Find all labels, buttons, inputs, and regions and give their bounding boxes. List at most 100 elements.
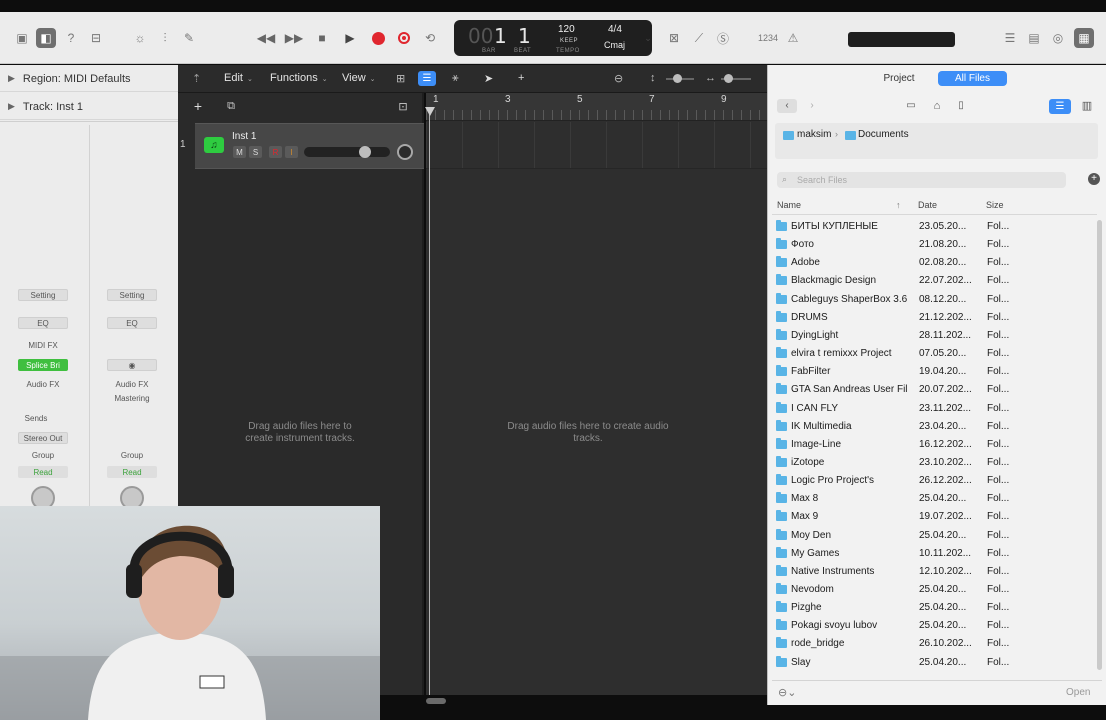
file-row[interactable]: DRUMS 21.12.202... Fol... xyxy=(772,309,1092,327)
file-row[interactable]: My Games 10.11.202... Fol... xyxy=(772,545,1092,563)
back-icon[interactable]: ‹ xyxy=(777,99,797,113)
pointer-tool-icon[interactable]: ➤ xyxy=(484,72,493,85)
play-icon[interactable]: ▶ xyxy=(340,28,360,48)
strip2-eq-button[interactable]: EQ xyxy=(107,317,157,329)
file-row[interactable]: Moy Den 25.04.20... Fol... xyxy=(772,527,1092,545)
home-icon[interactable]: ⌂ xyxy=(928,99,946,113)
strip2-setting-button[interactable]: Setting xyxy=(107,289,157,301)
quick-help-icon[interactable]: ? xyxy=(61,28,81,48)
input-monitor-button[interactable]: I xyxy=(285,146,298,158)
record-enable-button[interactable]: R xyxy=(269,146,282,158)
catch-icon[interactable]: ⇡ xyxy=(192,72,201,85)
add-filter-icon[interactable]: + xyxy=(1088,173,1100,185)
snap-icon[interactable]: ⚹ xyxy=(452,72,459,85)
strip1-setting-button[interactable]: Setting xyxy=(18,289,68,301)
file-row[interactable]: Logic Pro Project's 26.12.202... Fol... xyxy=(772,472,1092,490)
loops-icon[interactable]: ◎ xyxy=(1048,28,1068,48)
volume-thumb[interactable] xyxy=(359,146,371,158)
strip2-mastering-slot[interactable]: Mastering xyxy=(107,392,157,404)
file-row[interactable]: GTA San Andreas User Fil 20.07.202... Fol.… xyxy=(772,381,1092,399)
list-view-icon[interactable]: ☰ xyxy=(1049,99,1071,114)
path-item-documents[interactable]: Documents xyxy=(858,129,909,140)
add-track-icon[interactable]: + xyxy=(188,99,208,114)
lcd-chevron-icon[interactable]: ⌄ xyxy=(638,28,658,48)
strip2-link-icon[interactable]: ◉ xyxy=(107,359,157,371)
file-row[interactable]: elvira t remixxx Project 07.05.20... Fol..… xyxy=(772,345,1092,363)
vertical-zoom-thumb[interactable] xyxy=(673,74,682,83)
column-name[interactable]: Name xyxy=(777,200,801,210)
automation-icon[interactable]: ⊖ xyxy=(614,72,623,85)
count-in-button[interactable]: 1234 xyxy=(756,28,780,48)
tuner-icon[interactable]: ⟋ xyxy=(689,28,709,48)
mute-button[interactable]: M xyxy=(233,146,246,158)
file-row[interactable]: Max 8 25.04.20... Fol... xyxy=(772,490,1092,508)
open-button[interactable]: Open xyxy=(1066,687,1090,698)
strip1-eq-button[interactable]: EQ xyxy=(18,317,68,329)
strip2-automation-button[interactable]: Read xyxy=(107,466,157,478)
playhead-marker-icon[interactable] xyxy=(425,107,435,116)
metronome-icon[interactable]: ⚠ xyxy=(783,28,803,48)
global-tracks-icon[interactable]: ⊡ xyxy=(394,100,412,114)
track-row[interactable] xyxy=(195,123,424,169)
forward-icon[interactable]: › xyxy=(802,99,822,113)
file-row[interactable]: Blackmagic Design 22.07.202... Fol... xyxy=(772,272,1092,290)
inspector-icon[interactable]: ◧ xyxy=(36,28,56,48)
tab-all-files[interactable]: All Files xyxy=(938,71,1007,86)
pencil-tool-icon[interactable]: + xyxy=(518,72,524,84)
strip1-automation-button[interactable]: Read xyxy=(18,466,68,478)
stop-icon[interactable]: ■ xyxy=(312,28,332,48)
list-editors-icon[interactable]: ☰ xyxy=(1000,28,1020,48)
library-icon[interactable]: ▣ xyxy=(12,28,32,48)
solo-button[interactable]: S xyxy=(249,146,262,158)
view-menu[interactable]: View ⌄ xyxy=(342,72,376,84)
project-file-icon[interactable]: ▯ xyxy=(952,99,970,113)
edit-menu[interactable]: Edit ⌄ xyxy=(224,72,253,84)
file-row[interactable]: Max 9 19.07.202... Fol... xyxy=(772,508,1092,526)
mixer-icon[interactable]: ⫶ xyxy=(155,28,175,48)
file-row[interactable]: I CAN FLY 23.11.202... Fol... xyxy=(772,400,1092,418)
path-item-maksim[interactable]: maksim xyxy=(797,129,831,140)
file-row[interactable]: Native Instruments 12.10.202... Fol... xyxy=(772,563,1092,581)
file-row[interactable]: Adobe 02.08.20... Fol... xyxy=(772,254,1092,272)
notes-icon[interactable]: ▤ xyxy=(1024,28,1044,48)
editors-icon[interactable]: ✎ xyxy=(179,28,199,48)
file-row[interactable]: FabFilter 19.04.20... Fol... xyxy=(772,363,1092,381)
browsers-icon[interactable]: ▦ xyxy=(1074,28,1094,48)
file-row[interactable]: DyingLight 28.11.202... Fol... xyxy=(772,327,1092,345)
grid-view-icon[interactable]: ⊞ xyxy=(396,72,405,85)
strip2-group-slot[interactable]: Group xyxy=(107,449,157,461)
horizontal-zoom-icon[interactable]: ↔ xyxy=(705,72,716,84)
file-row[interactable]: Nevodom 25.04.20... Fol... xyxy=(772,581,1092,599)
file-row[interactable]: iZotope 23.10.202... Fol... xyxy=(772,454,1092,472)
functions-menu[interactable]: Functions ⌄ xyxy=(270,72,328,84)
smart-controls-icon[interactable]: ☼ xyxy=(130,28,150,48)
file-row[interactable]: Pokagi svoyu lubov 25.04.20... Fol... xyxy=(772,617,1092,635)
instrument-icon[interactable]: ♫ xyxy=(204,137,224,153)
volume-slider[interactable] xyxy=(304,147,390,157)
strip1-sends-slot[interactable]: Sends xyxy=(18,412,54,424)
file-row[interactable]: Фото 21.08.20... Fol... xyxy=(772,236,1092,254)
strip1-group-slot[interactable]: Group xyxy=(18,449,68,461)
toolbar-search-field[interactable] xyxy=(848,32,955,47)
file-row[interactable]: Image-Line 16.12.202... Fol... xyxy=(772,436,1092,454)
vertical-zoom-icon[interactable]: ↕ xyxy=(650,72,656,84)
action-menu-icon[interactable]: ⊖⌄ xyxy=(778,686,796,699)
solo-icon[interactable]: Ⓢ xyxy=(713,28,733,48)
strip1-output-button[interactable]: Stereo Out xyxy=(18,432,68,444)
file-row[interactable]: Slay 25.04.20... Fol... xyxy=(772,654,1092,672)
horizontal-scrollbar[interactable] xyxy=(426,698,446,704)
toolbar-icon[interactable]: ⊟ xyxy=(86,28,106,48)
rewind-icon[interactable]: ◀◀ xyxy=(256,28,276,48)
horizontal-zoom-thumb[interactable] xyxy=(724,74,733,83)
record-icon[interactable] xyxy=(368,28,388,48)
file-row[interactable]: Pizghe 25.04.20... Fol... xyxy=(772,599,1092,617)
column-view-icon[interactable]: ▥ xyxy=(1077,99,1097,114)
replace-icon[interactable]: ⊠ xyxy=(664,28,684,48)
computer-icon[interactable]: ▭ xyxy=(902,99,920,113)
capture-record-icon[interactable] xyxy=(394,28,414,48)
file-row[interactable]: Cableguys ShaperBox 3.6 08.12.20... Fol... xyxy=(772,291,1092,309)
track-name[interactable]: Inst 1 xyxy=(232,131,256,142)
pan-knob[interactable] xyxy=(397,144,413,160)
file-row[interactable]: БИТЫ КУПЛЕНЫЕ 23.05.20... Fol... xyxy=(772,218,1092,236)
arrange-area[interactable] xyxy=(426,93,767,695)
